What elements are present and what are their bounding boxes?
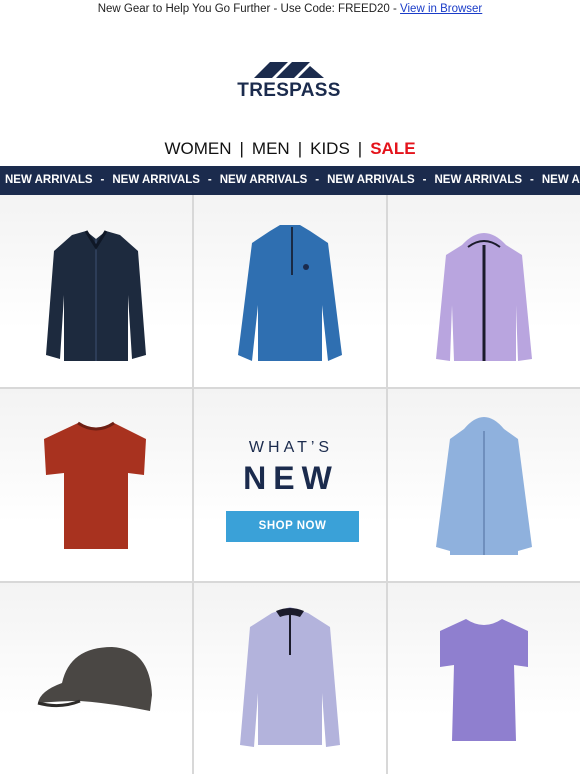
preheader: New Gear to Help You Go Further - Use Co… [0,3,580,15]
nav-sale[interactable]: SALE [370,139,415,158]
view-in-browser-link[interactable]: View in Browser [400,3,482,15]
lilac-half-zip-fleece-image [240,607,340,747]
nav-women[interactable]: WOMEN [164,139,231,158]
ticker-item: NEW ARRIVALS [327,174,415,186]
whats-new-heading-large: NEW [243,460,339,496]
nav-separator: | [297,139,303,158]
nav-separator: | [239,139,244,158]
ticker-item: NEW ARRIVALS [219,174,308,186]
preheader-text: New Gear to Help You Go Further - Use Co… [97,3,401,15]
ticker-item: NEW ARRIVALS [541,174,580,186]
logo-wordmark: TRESPASS [237,80,341,101]
nav-men[interactable]: MEN [252,139,290,158]
product-tile-lilac-fleece[interactable] [194,583,386,774]
blue-half-zip-fleece-image [238,225,342,361]
product-tile-blue-fleece[interactable] [194,195,386,387]
product-tile-lilac-jacket[interactable] [388,195,580,387]
light-blue-parka-image [436,417,532,555]
grey-cap-image [37,647,152,711]
product-tile-grey-cap[interactable] [0,583,192,774]
purple-tshirt-image [440,619,528,741]
new-arrivals-banner[interactable]: NEW ARRIVALS - NEW ARRIVALS - NEW ARRIVALS - N… [0,166,580,195]
logo-mark-icon [254,62,324,78]
whats-new-heading-small: WHAT’S [248,439,334,456]
ticker-item: NEW ARRIVALS [112,174,200,186]
shop-now-button[interactable]: SHOP NOW [226,511,359,542]
product-tile-purple-tshirt[interactable] [388,583,580,774]
product-tile-red-tshirt[interactable] [0,389,192,581]
nav-kids[interactable]: KIDS [310,139,350,158]
ticker-item: NEW ARRIVALS [5,174,93,186]
nav-separator: | [357,139,363,158]
product-tile-navy-jacket[interactable] [0,195,192,387]
red-tshirt-image [44,421,146,549]
product-tile-blue-parka[interactable] [388,389,580,581]
lilac-hooded-jacket-image [436,233,532,361]
main-nav: WOMEN | MEN | KIDS | SALE [0,139,580,159]
trespass-logo[interactable]: TRESPASS [236,58,342,104]
navy-shirt-jacket-image [46,230,146,361]
ticker-item: NEW ARRIVALS [434,174,523,186]
